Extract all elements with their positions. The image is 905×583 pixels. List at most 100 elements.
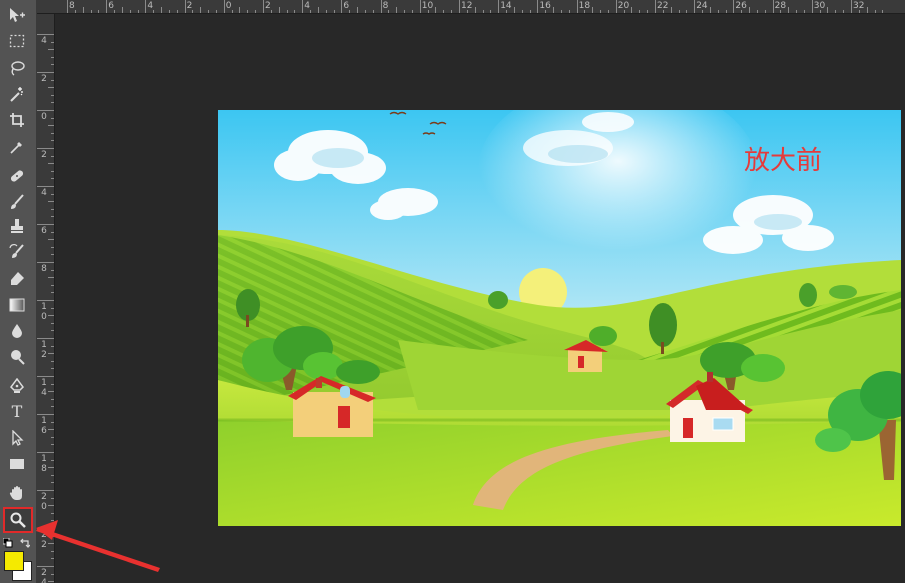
ruler-minor-tick (51, 254, 54, 256)
path-selection-tool[interactable] (4, 426, 30, 450)
ruler-minor-tick (51, 360, 54, 362)
magic-wand-tool[interactable] (4, 82, 30, 106)
ruler-minor-tick (310, 10, 312, 13)
ruler-tick-label: 1 (41, 302, 47, 312)
ruler-tick (811, 0, 813, 13)
ruler-minor-tick (51, 535, 54, 537)
lasso-icon (11, 61, 25, 76)
zoom-tool[interactable] (3, 507, 33, 533)
horizontal-ruler[interactable]: 8 6 4 2 0 2 4 6 8 10 12 14 16 18 20 22 24 26 28 30 32 (37, 0, 905, 14)
ruler-minor-tick (231, 10, 233, 13)
ruler-tick-label: 4 (41, 188, 47, 198)
ruler-minor-tick (764, 10, 766, 13)
ruler-tick (184, 0, 186, 13)
move-tool[interactable] (4, 3, 30, 27)
ruler-minor-tick (411, 10, 413, 13)
gradient-tool[interactable] (4, 293, 30, 317)
ruler-minor-tick (208, 10, 210, 13)
ruler-minor-tick (333, 10, 335, 13)
ruler-minor-tick (51, 231, 54, 233)
ruler-minor-tick (51, 193, 54, 195)
ruler-minor-tick (200, 7, 202, 13)
ruler-minor-tick (388, 10, 390, 13)
ruler-tick-label: 6 (41, 426, 47, 436)
brush-icon (11, 194, 24, 209)
ruler-minor-tick (48, 543, 54, 545)
hand-tool[interactable] (4, 481, 30, 505)
ruler-minor-tick (553, 7, 555, 13)
magic-wand-icon (10, 87, 23, 102)
ruler-minor-tick (121, 7, 123, 13)
ruler-minor-tick (796, 10, 798, 13)
ruler-minor-tick (98, 10, 100, 13)
ruler-minor-tick (48, 163, 54, 165)
ruler-tick (37, 566, 54, 567)
blur-tool[interactable] (4, 319, 30, 343)
ruler-tick (263, 0, 264, 13)
type-tool[interactable]: T (4, 400, 30, 424)
ruler-tick (37, 528, 54, 529)
eraser-tool[interactable] (4, 266, 30, 290)
ruler-minor-tick (176, 10, 178, 13)
ruler-tick-label: 1 (41, 378, 47, 388)
ruler-minor-tick (662, 10, 664, 13)
ruler-tick (106, 0, 108, 13)
ruler-minor-tick (819, 10, 821, 13)
ruler-tick (772, 0, 774, 13)
rectangle-tool[interactable] (4, 452, 30, 476)
marquee-icon (9, 34, 25, 48)
brush-tool[interactable] (4, 190, 30, 214)
clone-stamp-tool[interactable] (4, 214, 30, 238)
ruler-minor-tick (568, 10, 570, 13)
pen-tool[interactable] (4, 374, 30, 398)
ruler-minor-tick (51, 79, 54, 81)
ruler-minor-tick (51, 208, 54, 210)
ruler-tick (380, 0, 382, 13)
bandage-icon (10, 170, 24, 182)
dodge-tool[interactable] (4, 345, 30, 369)
ruler-minor-tick (451, 10, 453, 13)
history-brush-tool[interactable] (4, 240, 30, 264)
ruler-tick (655, 0, 656, 13)
ruler-tick (37, 224, 54, 225)
rectangle-icon (10, 459, 24, 469)
ruler-minor-tick (51, 216, 54, 218)
ruler-minor-tick (51, 406, 54, 408)
ruler-tick-label: 8 (41, 464, 47, 474)
ruler-minor-tick (623, 10, 625, 13)
ruler-minor-tick (168, 10, 170, 13)
ruler-minor-tick (90, 10, 92, 13)
swap-colors-icon[interactable] (20, 533, 31, 548)
ruler-tick (615, 0, 617, 13)
document-canvas[interactable]: 放大前 (218, 110, 901, 526)
pen-icon (10, 378, 24, 393)
ruler-minor-tick (435, 7, 437, 13)
ruler-tick-label: 2 (41, 74, 47, 84)
lasso-tool[interactable] (4, 56, 30, 80)
ruler-minor-tick (600, 10, 602, 13)
dodge-icon (11, 350, 25, 365)
gradient-icon (9, 298, 25, 312)
ruler-minor-tick (48, 239, 54, 241)
ruler-minor-tick (51, 170, 54, 172)
ruler-minor-tick (51, 322, 54, 324)
eraser-icon (11, 272, 24, 285)
ruler-tick (223, 0, 225, 13)
crop-tool[interactable] (4, 108, 30, 132)
ruler-minor-tick (51, 512, 54, 514)
healing-brush-tool[interactable] (4, 164, 30, 188)
vertical-ruler[interactable]: 42024681012141618202224 (37, 14, 55, 583)
ruler-tick (694, 0, 696, 13)
ruler-minor-tick (51, 155, 54, 157)
ruler-tick (67, 0, 68, 13)
ruler-minor-tick (506, 10, 508, 13)
move-icon (10, 8, 25, 22)
ruler-minor-tick (247, 10, 249, 13)
foreground-color-swatch[interactable] (4, 551, 24, 571)
eyedropper-tool[interactable] (4, 135, 30, 159)
marquee-tool[interactable] (4, 29, 30, 53)
ruler-minor-tick (51, 345, 54, 347)
ruler-minor-tick (48, 353, 54, 355)
ruler-minor-tick (51, 368, 54, 370)
default-colors-icon[interactable] (2, 533, 13, 548)
